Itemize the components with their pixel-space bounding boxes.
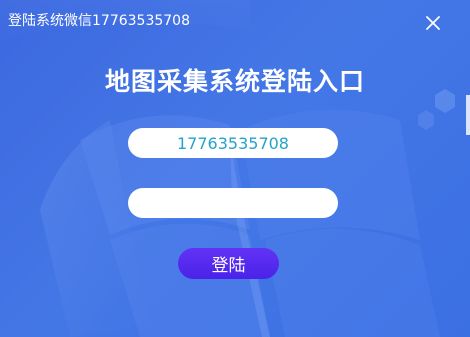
window-title: 登陆系统微信17763535708 [8, 13, 190, 29]
username-field[interactable] [128, 128, 338, 158]
login-window: 登陆系统微信17763535708 地图采集系统登陆入口 登陆 [0, 0, 470, 337]
password-field[interactable] [128, 188, 338, 218]
background-decoration [0, 0, 455, 337]
login-button[interactable]: 登陆 [178, 248, 279, 279]
title-bar[interactable]: 登陆系统微信17763535708 [0, 0, 470, 40]
close-button[interactable] [420, 10, 446, 36]
window-edge-strip [466, 95, 470, 135]
close-icon [426, 16, 440, 30]
page-title: 地图采集系统登陆入口 [104, 67, 365, 96]
